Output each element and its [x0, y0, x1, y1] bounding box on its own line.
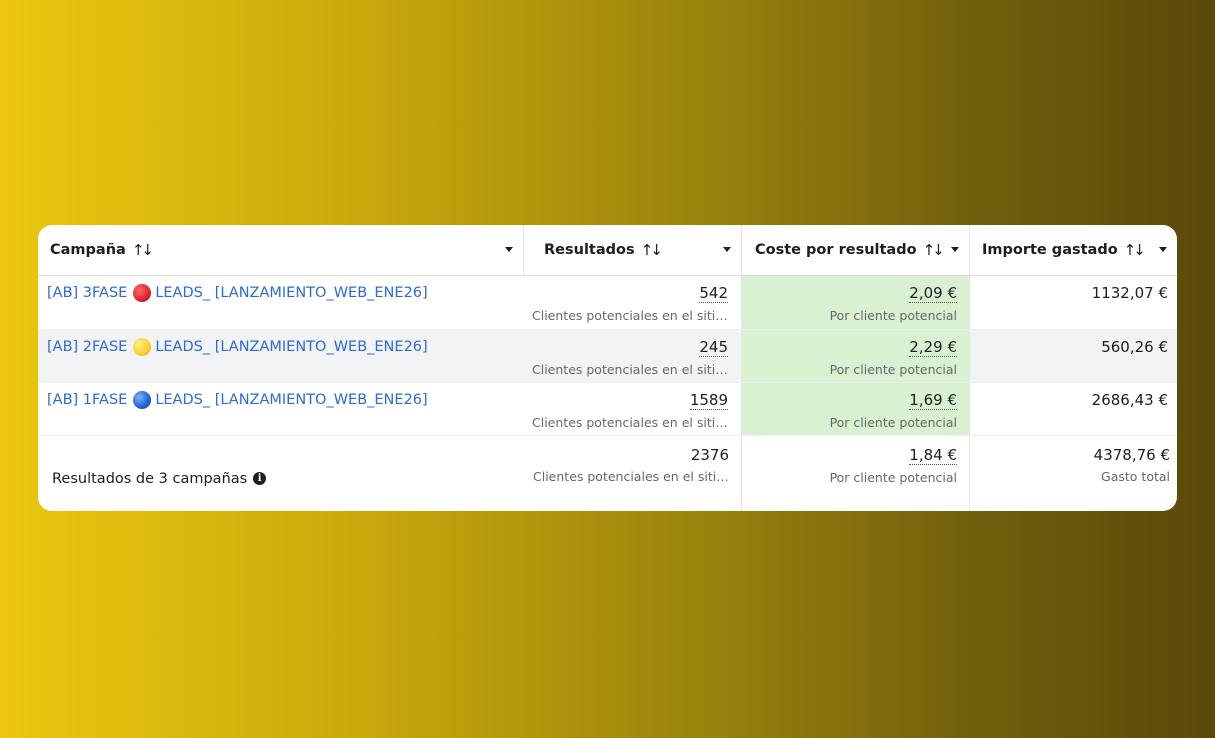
spent-value: 1132,07 €	[1091, 284, 1168, 302]
campaign-table-card: Campaña ↑↓ Resultados ↑↓ Coste por resul…	[38, 225, 1177, 511]
cost-value[interactable]: 1,69 €	[909, 392, 957, 410]
totals-spent-subtitle: Gasto total	[1101, 469, 1170, 484]
results-cell: 1589 Clientes potenciales en el siti…	[524, 383, 742, 436]
results-value[interactable]: 1589	[689, 392, 728, 410]
campaign-table: Campaña ↑↓ Resultados ↑↓ Coste por resul…	[38, 225, 1177, 511]
yellow-circle-icon	[133, 338, 152, 356]
amount-spent-cell: 2686,43 €	[970, 383, 1177, 436]
totals-label: Resultados de 3 campañas	[52, 470, 248, 487]
table-row-campaign-name: [AB] 2FASE LEADS_ [LANZAMIENTO_WEB_ENE26…	[38, 330, 524, 383]
cost-per-result-cell: 2,09 € Por cliente potencial	[742, 276, 970, 330]
info-icon[interactable]: i	[253, 472, 267, 485]
totals-results-value: 2376	[690, 446, 729, 464]
campaign-prefix: [AB] 1FASE	[47, 392, 128, 408]
totals-results-cell: 2376 Clientes potenciales en el siti…	[524, 436, 742, 511]
results-cell: 542 Clientes potenciales en el siti…	[524, 276, 742, 330]
column-header-label: Resultados	[544, 242, 635, 258]
results-cell: 245 Clientes potenciales en el siti…	[524, 330, 742, 383]
sort-arrows-icon[interactable]: ↑↓	[132, 241, 154, 259]
totals-spent-value: 4378,76 €	[1093, 446, 1170, 464]
sort-arrows-icon[interactable]: ↑↓	[923, 241, 945, 259]
column-header-label: Coste por resultado	[755, 242, 917, 258]
totals-spent-cell: 4378,76 € Gasto total	[970, 436, 1177, 511]
cost-subtitle: Por cliente potencial	[829, 415, 957, 430]
blue-circle-icon	[133, 391, 152, 409]
totals-cost-value[interactable]: 1,84 €	[909, 447, 957, 465]
totals-label-cell: Resultados de 3 campañas i	[38, 436, 524, 511]
column-header-label: Importe gastado	[982, 242, 1118, 258]
spent-value: 2686,43 €	[1091, 391, 1168, 409]
column-header-campaign[interactable]: Campaña ↑↓	[38, 225, 524, 276]
campaign-prefix: [AB] 3FASE	[47, 285, 128, 301]
results-value[interactable]: 245	[699, 339, 728, 357]
results-subtitle: Clientes potenciales en el siti…	[532, 415, 728, 430]
campaign-link[interactable]: [AB] 1FASE LEADS_ [LANZAMIENTO_WEB_ENE26…	[47, 391, 524, 409]
campaign-link[interactable]: [AB] 3FASE LEADS_ [LANZAMIENTO_WEB_ENE26…	[47, 284, 524, 302]
column-header-results[interactable]: Resultados ↑↓	[524, 225, 742, 276]
campaign-suffix: LEADS_ [LANZAMIENTO_WEB_ENE26]	[155, 339, 428, 355]
red-circle-icon	[133, 284, 152, 302]
results-subtitle: Clientes potenciales en el siti…	[532, 308, 728, 323]
campaign-suffix: LEADS_ [LANZAMIENTO_WEB_ENE26]	[155, 285, 428, 301]
cost-subtitle: Por cliente potencial	[829, 308, 957, 323]
caret-down-icon[interactable]	[1159, 247, 1167, 252]
cost-value[interactable]: 2,09 €	[909, 285, 957, 303]
cost-value[interactable]: 2,29 €	[909, 339, 957, 357]
totals-results-subtitle: Clientes potenciales en el siti…	[533, 469, 729, 484]
campaign-prefix: [AB] 2FASE	[47, 339, 128, 355]
campaign-suffix: LEADS_ [LANZAMIENTO_WEB_ENE26]	[155, 392, 428, 408]
caret-down-icon[interactable]	[505, 247, 513, 252]
spent-value: 560,26 €	[1101, 338, 1168, 356]
caret-down-icon[interactable]	[951, 247, 959, 252]
amount-spent-cell: 560,26 €	[970, 330, 1177, 383]
sort-arrows-icon[interactable]: ↑↓	[641, 241, 663, 259]
cost-subtitle: Por cliente potencial	[829, 362, 957, 377]
results-subtitle: Clientes potenciales en el siti…	[532, 362, 728, 377]
table-row-campaign-name: [AB] 3FASE LEADS_ [LANZAMIENTO_WEB_ENE26…	[38, 276, 524, 330]
cost-per-result-cell: 1,69 € Por cliente potencial	[742, 383, 970, 436]
caret-down-icon[interactable]	[723, 247, 731, 252]
results-value[interactable]: 542	[699, 285, 728, 303]
column-header-amount-spent[interactable]: Importe gastado ↑↓	[970, 225, 1177, 276]
column-header-label: Campaña	[50, 242, 126, 258]
sort-arrows-icon[interactable]: ↑↓	[1124, 241, 1146, 259]
campaign-link[interactable]: [AB] 2FASE LEADS_ [LANZAMIENTO_WEB_ENE26…	[47, 338, 524, 356]
amount-spent-cell: 1132,07 €	[970, 276, 1177, 330]
table-row-campaign-name: [AB] 1FASE LEADS_ [LANZAMIENTO_WEB_ENE26…	[38, 383, 524, 436]
totals-cost-subtitle: Por cliente potencial	[829, 470, 957, 485]
column-header-cost-per-result[interactable]: Coste por resultado ↑↓	[742, 225, 970, 276]
totals-cost-cell: 1,84 € Por cliente potencial	[742, 436, 970, 511]
cost-per-result-cell: 2,29 € Por cliente potencial	[742, 330, 970, 383]
